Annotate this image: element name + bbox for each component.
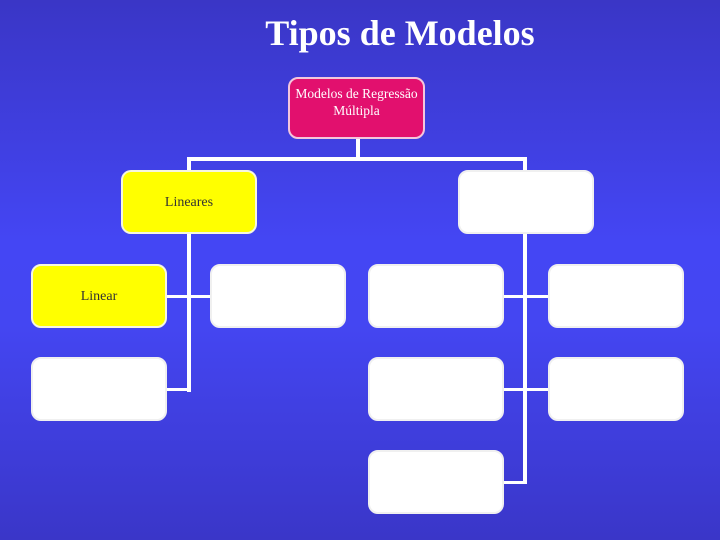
connector-right-branch-3 xyxy=(504,481,526,484)
node-right-branch-empty-5[interactable] xyxy=(368,450,504,514)
node-lineares[interactable]: Lineares xyxy=(121,170,257,234)
root-node-label-line2: Múltipla xyxy=(333,103,380,118)
slide-title: Tipos de Modelos xyxy=(265,13,535,53)
root-node-multiple-regression-models[interactable]: Modelos de Regressão Múltipla xyxy=(288,77,425,139)
node-left-branch-empty-2[interactable] xyxy=(31,357,167,421)
node-linear[interactable]: Linear xyxy=(31,264,167,328)
node-right-branch-empty-2[interactable] xyxy=(548,264,684,328)
node-label: Linear xyxy=(80,288,118,304)
connector-right-trunk xyxy=(523,232,527,484)
node-left-branch-empty-1[interactable] xyxy=(210,264,346,328)
node-right-branch-empty-1[interactable] xyxy=(368,264,504,328)
connector-right-branch-2 xyxy=(504,388,550,391)
connector-level1-horizontal xyxy=(187,157,527,161)
connector-left-branch-1 xyxy=(166,295,212,298)
node-level1-right-empty[interactable] xyxy=(458,170,594,234)
node-right-branch-empty-3[interactable] xyxy=(368,357,504,421)
node-right-branch-empty-4[interactable] xyxy=(548,357,684,421)
connector-right-branch-1 xyxy=(504,295,550,298)
connector-left-branch-2 xyxy=(166,388,191,391)
connector-root-down xyxy=(356,138,360,158)
connector-left-trunk xyxy=(187,232,191,392)
node-label: Lineares xyxy=(164,194,214,210)
root-node-label-line1: Modelos de Regressão xyxy=(295,86,418,101)
